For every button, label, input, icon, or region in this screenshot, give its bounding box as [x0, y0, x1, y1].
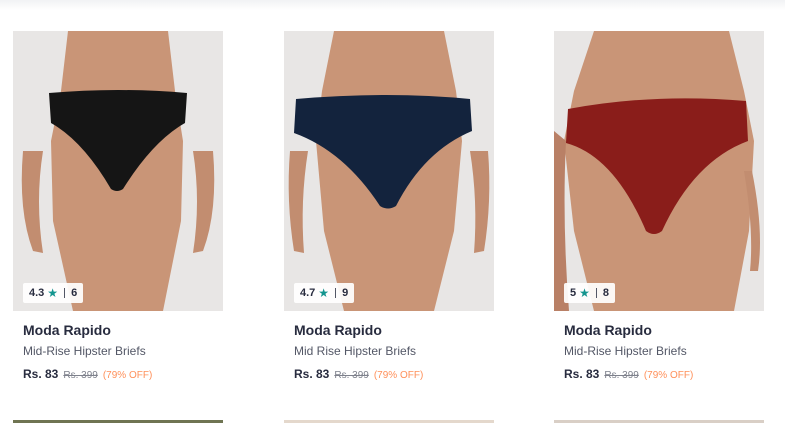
product-grid: 4.3 ★ 6 Moda Rapido Mid-Rise Hipster Bri…	[13, 31, 773, 423]
price-row: Rs. 83 Rs. 399 (79% OFF)	[23, 367, 223, 383]
product-brand[interactable]: Moda Rapido	[294, 322, 494, 340]
rating-count: 9	[342, 287, 349, 299]
rating-divider	[595, 288, 597, 298]
product-mrp: Rs. 399	[604, 370, 639, 381]
product-name[interactable]: Mid-Rise Hipster Briefs	[564, 344, 764, 360]
product-image[interactable]: 5 ★ 8	[554, 31, 764, 311]
rating-count: 8	[602, 287, 610, 299]
top-strip	[0, 0, 785, 10]
rating-divider	[64, 288, 66, 298]
price-row: Rs. 83 Rs. 399 (79% OFF)	[294, 367, 494, 383]
star-icon: ★	[47, 286, 59, 300]
product-mrp: Rs. 399	[334, 370, 369, 381]
product-image[interactable]: 4.3 ★ 6	[13, 31, 223, 311]
product-image[interactable]: 4.7 ★ 9	[284, 31, 494, 311]
rating-badge: 4.7 ★ 9	[294, 283, 355, 303]
product-card[interactable]: 4.7 ★ 9 Moda Rapido Mid Rise Hipster Bri…	[284, 31, 494, 391]
product-card[interactable]: 5 ★ 8 Moda Rapido Mid-Rise Hipster Brief…	[554, 31, 764, 391]
product-photo-illustration	[554, 31, 764, 311]
product-price: Rs. 83	[294, 367, 330, 381]
product-photo-illustration	[284, 31, 494, 311]
product-price: Rs. 83	[564, 367, 600, 381]
rating-badge: 5 ★ 8	[564, 283, 616, 303]
rating-value: 4.3	[29, 287, 45, 299]
price-row: Rs. 83 Rs. 399 (79% OFF)	[564, 367, 764, 383]
rating-count: 6	[71, 287, 78, 299]
star-icon: ★	[579, 286, 590, 300]
product-mrp: Rs. 399	[63, 370, 98, 381]
rating-divider	[335, 288, 337, 298]
discount-label: (79% OFF)	[643, 370, 694, 381]
product-card[interactable]: 4.3 ★ 6 Moda Rapido Mid-Rise Hipster Bri…	[13, 31, 223, 391]
product-name[interactable]: Mid Rise Hipster Briefs	[294, 344, 494, 360]
discount-label: (79% OFF)	[102, 370, 153, 381]
star-icon: ★	[318, 286, 330, 300]
product-brand[interactable]: Moda Rapido	[23, 322, 223, 340]
product-name[interactable]: Mid-Rise Hipster Briefs	[23, 344, 223, 360]
rating-badge: 4.3 ★ 6	[23, 283, 84, 303]
product-brand[interactable]: Moda Rapido	[564, 322, 764, 340]
rating-value: 4.7	[300, 287, 316, 299]
discount-label: (79% OFF)	[373, 370, 424, 381]
rating-value: 5	[570, 287, 577, 299]
product-price: Rs. 83	[23, 367, 59, 381]
product-photo-illustration	[13, 31, 223, 311]
